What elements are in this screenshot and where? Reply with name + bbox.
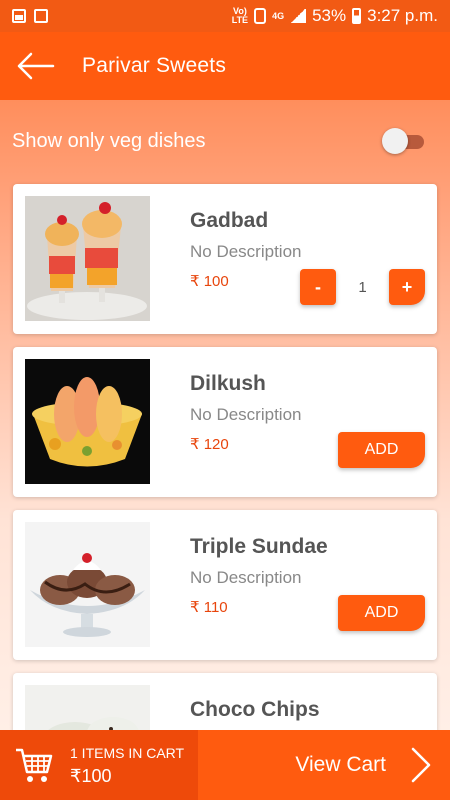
status-bar: Vo) LTE 4G 53% 3:27 p.m. <box>0 0 450 32</box>
dish-image <box>25 196 150 321</box>
dish-card: Triple Sundae No Description ₹ 110 ADD <box>13 510 437 660</box>
dish-description: No Description <box>190 405 302 424</box>
cart-bar: 1 ITEMS IN CART ₹100 View Cart <box>0 730 450 800</box>
dish-description: No Description <box>190 242 302 261</box>
veg-filter-label: Show only veg dishes <box>12 129 206 152</box>
cart-item-count: 1 ITEMS IN CART <box>70 745 185 761</box>
dish-name: Triple Sundae <box>190 535 328 558</box>
add-button[interactable]: ADD <box>338 595 425 631</box>
dish-description: No Description <box>190 568 302 587</box>
dish-card: Dilkush No Description ₹ 120 ADD <box>13 347 437 497</box>
quantity-stepper: - 1 + <box>300 269 425 305</box>
clock: 3:27 p.m. <box>367 6 438 25</box>
arrow-left-icon <box>17 52 55 80</box>
decrease-quantity-button[interactable]: - <box>300 269 336 305</box>
view-cart-button[interactable]: View Cart <box>198 730 450 800</box>
view-cart-label: View Cart <box>295 753 386 776</box>
dish-price: ₹ 110 <box>190 599 228 616</box>
volte-indicator: Vo) LTE <box>231 6 249 25</box>
dish-price: ₹ 100 <box>190 273 229 290</box>
increase-quantity-button[interactable]: + <box>389 269 425 305</box>
dish-name: Gadbad <box>190 209 269 232</box>
dish-card: Gadbad No Description ₹ 100 - 1 + <box>13 184 437 334</box>
dish-name: Dilkush <box>190 372 266 395</box>
battery-percent: 53% <box>312 6 347 25</box>
data-type-indicator: 4G <box>272 10 285 21</box>
dish-image <box>25 359 150 484</box>
veg-filter-toggle[interactable] <box>382 128 424 154</box>
page-title: Parivar Sweets <box>82 54 227 77</box>
app-bar: Parivar Sweets <box>0 32 450 100</box>
toggle-thumb <box>382 128 408 154</box>
dish-image <box>25 522 150 647</box>
signal-icon <box>290 9 307 23</box>
dish-price: ₹ 120 <box>190 436 229 453</box>
back-button[interactable] <box>0 32 70 100</box>
shopping-cart-icon <box>16 748 53 782</box>
chevron-right-icon <box>411 747 431 783</box>
cart-summary: 1 ITEMS IN CART ₹100 <box>0 730 198 800</box>
dish-name: Choco Chips <box>190 698 320 721</box>
veg-filter-row: Show only veg dishes <box>0 118 450 164</box>
battery-icon <box>352 8 362 24</box>
add-button[interactable]: ADD <box>338 432 425 468</box>
call-icon <box>254 8 267 24</box>
cart-total: ₹100 <box>70 766 112 786</box>
news-notification-icon <box>34 9 48 23</box>
gallery-notification-icon <box>12 9 26 23</box>
quantity-value: 1 <box>358 278 367 296</box>
